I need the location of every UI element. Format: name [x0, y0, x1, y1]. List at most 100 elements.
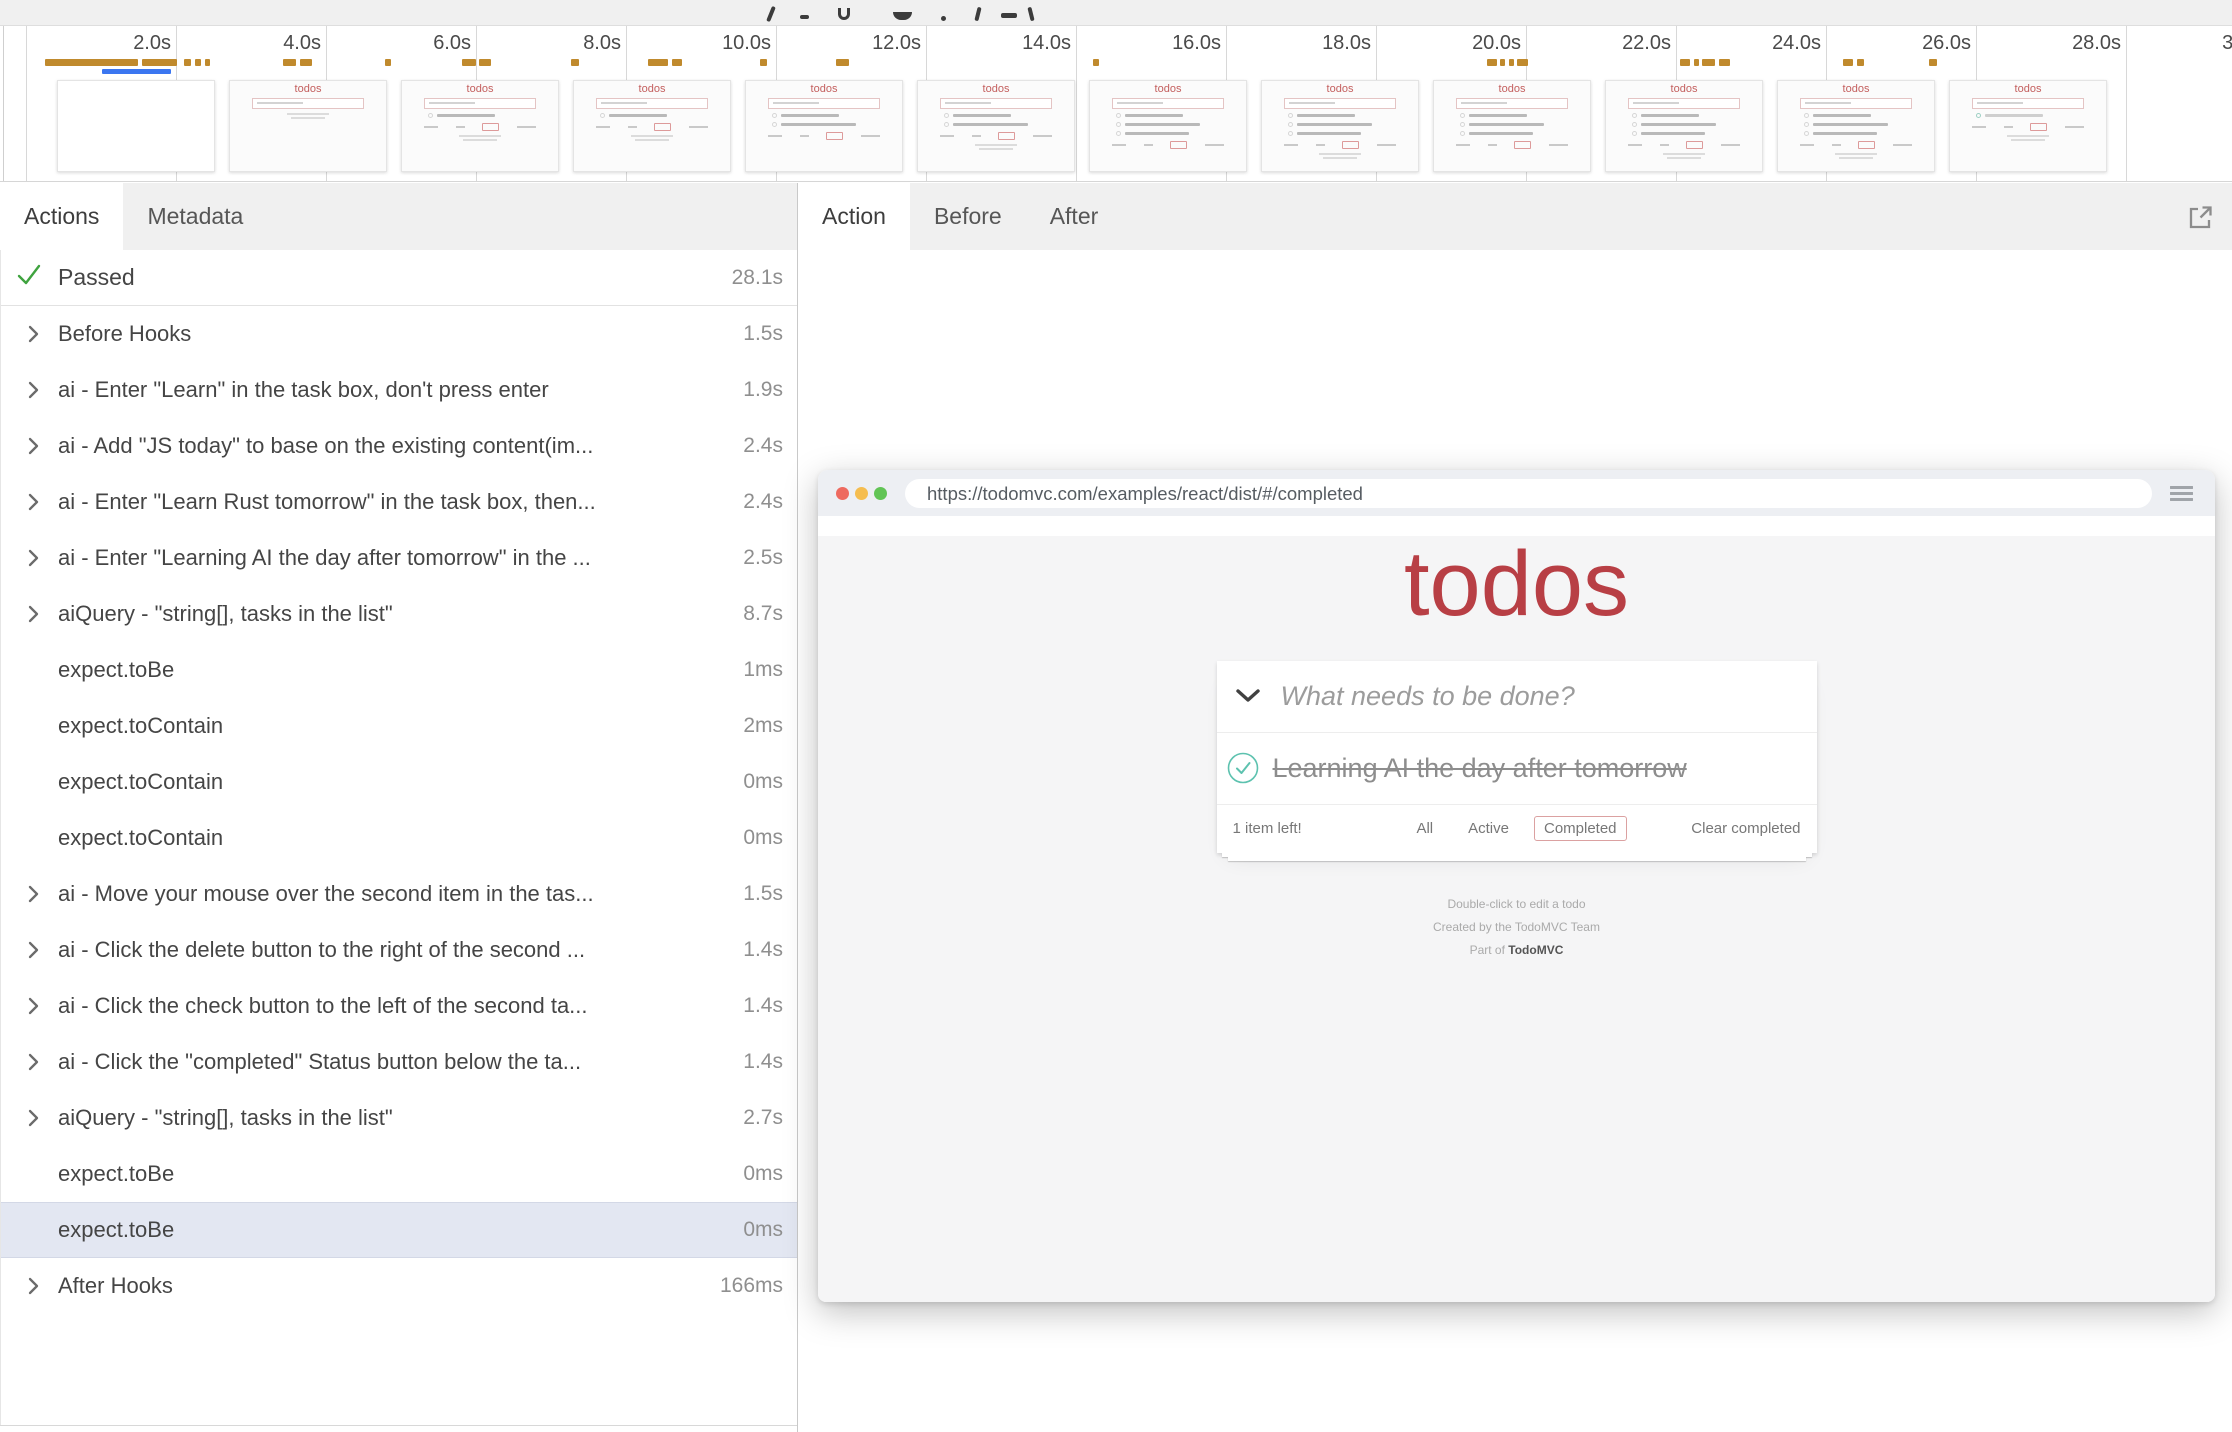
filmstrip-thumbnail[interactable]: todos: [1261, 80, 1419, 172]
action-row-duration: 2.7s: [743, 1106, 783, 1130]
action-row-duration: 1.5s: [743, 322, 783, 346]
thumbnail-footer-line: [1972, 122, 2084, 131]
clear-completed-button[interactable]: Clear completed: [1691, 820, 1800, 837]
chevron-right-icon[interactable]: [27, 883, 43, 905]
thumbnail-todo-line: [1288, 113, 1418, 118]
thumbnail-footer-line: [1456, 140, 1568, 149]
filter-active[interactable]: Active: [1458, 816, 1519, 841]
thumbnail-input-box: [1800, 98, 1912, 109]
action-row[interactable]: ai - Click the check button to the left …: [1, 978, 797, 1034]
filmstrip-thumbnail[interactable]: todos: [1089, 80, 1247, 172]
timeline-time-label: 12.0s: [776, 32, 921, 55]
action-row[interactable]: expect.toContain0ms: [1, 810, 797, 866]
action-row-label: expect.toBe: [58, 1161, 731, 1187]
action-row-duration: 0ms: [743, 770, 783, 794]
tab-before[interactable]: Before: [910, 183, 1026, 250]
action-row[interactable]: expect.toContain2ms: [1, 698, 797, 754]
tab-after[interactable]: After: [1026, 183, 1123, 250]
todo-checked-icon[interactable]: [1227, 752, 1259, 784]
chevron-right-icon[interactable]: [27, 379, 43, 401]
filmstrip-thumbnail[interactable]: todos: [917, 80, 1075, 172]
todomvc-brand: TodoMVC: [1508, 943, 1563, 957]
filmstrip-thumbnail[interactable]: todos: [401, 80, 559, 172]
minimize-light-icon: [855, 487, 868, 500]
chevron-right-icon[interactable]: [27, 435, 43, 457]
chevron-right-icon[interactable]: [27, 1275, 43, 1297]
filmstrip-thumbnail[interactable]: todos: [1605, 80, 1763, 172]
timeline-action-tick: [836, 59, 849, 66]
timeline-action-tick: [1843, 59, 1853, 66]
timeline-time-label: 18.0s: [1226, 32, 1371, 55]
action-row[interactable]: Before Hooks 1.5s: [1, 306, 797, 362]
thumbnail-todo-line: [944, 113, 1074, 118]
new-todo-input[interactable]: What needs to be done?: [1217, 661, 1817, 733]
filmstrip-thumbnail[interactable]: todos: [1433, 80, 1591, 172]
filmstrip-thumbnail[interactable]: todos: [573, 80, 731, 172]
action-row[interactable]: ai - Add "JS today" to base on the exist…: [1, 418, 797, 474]
thumbnail-info-lines: [1778, 153, 1934, 159]
todo-list: Learning AI the day after tomorrow: [1217, 733, 1817, 805]
tab-metadata[interactable]: Metadata: [123, 183, 267, 250]
action-row-duration: 1.5s: [743, 882, 783, 906]
action-row[interactable]: ai - Enter "Learn" in the task box, don'…: [1, 362, 797, 418]
action-row[interactable]: aiQuery - "string[], tasks in the list"8…: [1, 586, 797, 642]
timeline-time-label: 2.0s: [26, 32, 171, 55]
thumbnail-footer-line: [940, 131, 1052, 140]
chevron-right-icon[interactable]: [27, 1107, 43, 1129]
timeline-progress-bar: [102, 69, 171, 74]
traffic-lights: [836, 487, 887, 500]
tab-actions[interactable]: Actions: [0, 183, 123, 250]
action-row[interactable]: expect.toBe1ms: [1, 642, 797, 698]
toggle-all-chevron-icon[interactable]: [1235, 688, 1261, 704]
action-row-duration: 1.4s: [743, 1050, 783, 1074]
chevron-right-icon[interactable]: [27, 1051, 43, 1073]
thumbnail-todo-line: [1460, 113, 1590, 118]
timeline-action-tick: [283, 59, 296, 66]
open-snapshot-button[interactable]: [2184, 201, 2216, 233]
thumbnail-todo-line: [428, 113, 558, 118]
action-row-label: expect.toBe: [58, 1217, 731, 1243]
filmstrip-thumbnail[interactable]: todos: [229, 80, 387, 172]
timeline-time-label: 4.0s: [176, 32, 321, 55]
thumbnail-input-box: [1628, 98, 1740, 109]
filmstrip-thumbnail[interactable]: todos: [1949, 80, 2107, 172]
action-row[interactable]: After Hooks166ms: [1, 1258, 797, 1314]
timeline-strip[interactable]: 2.0s4.0s6.0s8.0s10.0s12.0s14.0s16.0s18.0…: [0, 26, 2232, 182]
thumbnail-input-box: [424, 98, 536, 109]
action-row[interactable]: ai - Click the delete button to the righ…: [1, 922, 797, 978]
action-row[interactable]: ai - Enter "Learn Rust tomorrow" in the …: [1, 474, 797, 530]
action-row[interactable]: expect.toContain0ms: [1, 754, 797, 810]
action-row[interactable]: expect.toBe0ms: [1, 1202, 797, 1258]
filter-all[interactable]: All: [1406, 816, 1443, 841]
filter-completed[interactable]: Completed: [1534, 816, 1627, 841]
thumbnail-todos-title: todos: [1262, 83, 1418, 95]
filmstrip-thumbnail[interactable]: [57, 80, 215, 172]
action-row[interactable]: expect.toBe0ms: [1, 1146, 797, 1202]
thumbnail-todo-line: [1632, 122, 1762, 127]
thumbnail-todo-line: [1116, 113, 1246, 118]
chevron-right-icon[interactable]: [27, 603, 43, 625]
timeline-action-tick: [1517, 59, 1528, 66]
card-stack-layer: [1228, 857, 1806, 861]
thumbnail-footer-line: [596, 122, 708, 131]
chevron-right-icon[interactable]: [27, 939, 43, 961]
chevron-right-icon[interactable]: [27, 491, 43, 513]
thumbnail-todo-line: [1460, 122, 1590, 127]
thumbnail-todo-line: [1632, 113, 1762, 118]
chevron-right-icon[interactable]: [27, 995, 43, 1017]
thumbnail-todos-title: todos: [918, 83, 1074, 95]
action-row-label: Before Hooks: [58, 321, 731, 347]
filmstrip-thumbnail[interactable]: todos: [745, 80, 903, 172]
filmstrip-thumbnail[interactable]: todos: [1777, 80, 1935, 172]
action-row[interactable]: aiQuery - "string[], tasks in the list"2…: [1, 1090, 797, 1146]
todo-item[interactable]: Learning AI the day after tomorrow: [1217, 733, 1817, 805]
tab-action[interactable]: Action: [798, 183, 910, 250]
action-row[interactable]: ai - Move your mouse over the second ite…: [1, 866, 797, 922]
action-row-duration: 2.4s: [743, 490, 783, 514]
timeline-action-tick: [1929, 59, 1937, 66]
chevron-right-icon[interactable]: [27, 547, 43, 569]
action-row[interactable]: ai - Click the "completed" Status button…: [1, 1034, 797, 1090]
chevron-right-icon[interactable]: [27, 323, 43, 345]
thumbnail-input-box: [596, 98, 708, 109]
action-row[interactable]: ai - Enter "Learning AI the day after to…: [1, 530, 797, 586]
